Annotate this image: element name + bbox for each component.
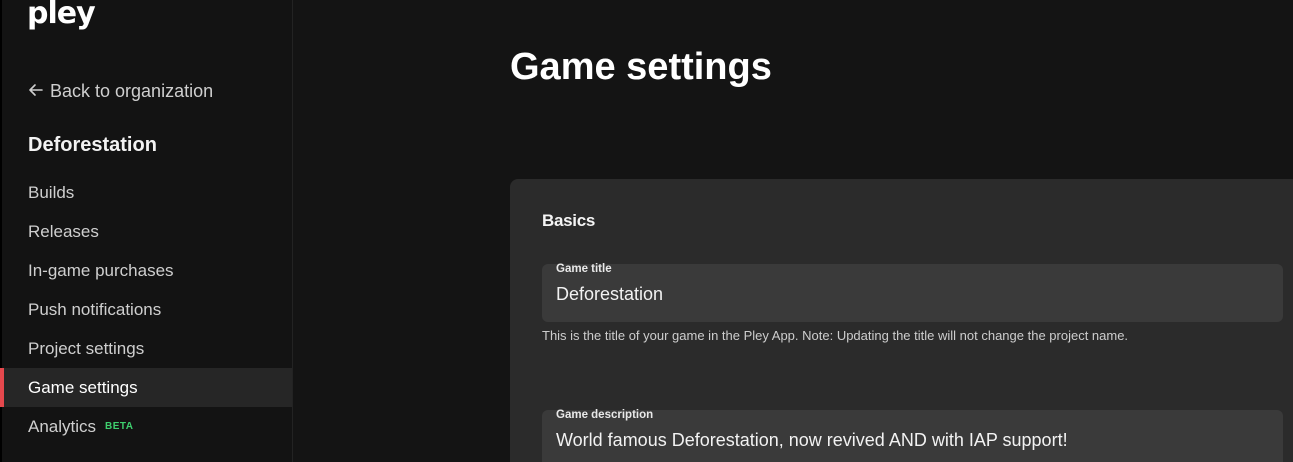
sidebar: pley Back to organization Deforestation … (0, 0, 293, 462)
basics-card: Basics Game title This is the title of y… (510, 179, 1293, 462)
sidebar-item-label: Releases (28, 221, 99, 241)
game-description-field: Game description (542, 409, 1283, 462)
game-description-label: Game description (556, 409, 654, 421)
sidebar-item-label: Builds (28, 182, 75, 202)
game-title-field: Game title (542, 263, 1283, 322)
sidebar-item-in-game-purchases[interactable]: In-game purchases (0, 251, 292, 290)
sidebar-item-label: Analytics (28, 416, 97, 436)
sidebar-item-releases[interactable]: Releases (0, 212, 292, 251)
app-root: pley Back to organization Deforestation … (0, 0, 1293, 462)
sidebar-item-label: Push notifications (28, 299, 162, 319)
back-link-label: Back to organization (50, 80, 214, 101)
sidebar-nav: Builds Releases In-game purchases Push n… (0, 173, 292, 446)
arrow-left-icon (28, 81, 44, 102)
game-title-input[interactable] (556, 282, 1256, 306)
game-description-input[interactable] (556, 428, 1256, 452)
game-title-label: Game title (556, 263, 612, 275)
sidebar-item-game-settings[interactable]: Game settings (0, 368, 292, 407)
sidebar-item-builds[interactable]: Builds (0, 173, 292, 212)
pley-logo[interactable]: pley (27, 0, 96, 34)
back-to-organization-link[interactable]: Back to organization (28, 80, 213, 102)
sidebar-item-label: Project settings (28, 338, 145, 358)
project-name: Deforestation (28, 134, 157, 156)
sidebar-item-push-notifications[interactable]: Push notifications (0, 290, 292, 329)
card-title: Basics (542, 211, 596, 230)
page-title: Game settings (510, 46, 772, 88)
sidebar-item-label: Game settings (28, 377, 138, 397)
sidebar-item-label: In-game purchases (28, 260, 174, 280)
beta-badge: BETA (105, 421, 134, 432)
sidebar-item-analytics[interactable]: Analytics BETA (0, 407, 292, 446)
sidebar-item-project-settings[interactable]: Project settings (0, 329, 292, 368)
game-title-help-text: This is the title of your game in the Pl… (542, 328, 1129, 343)
